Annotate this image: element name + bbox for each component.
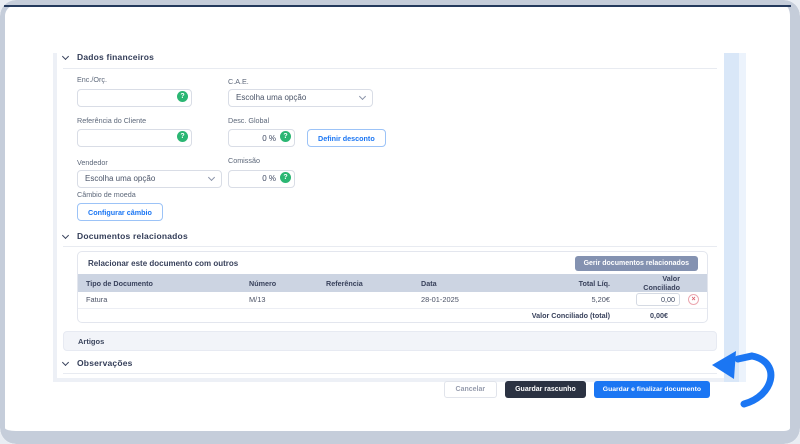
cae-label: C.A.E. [228,76,249,86]
ref-cliente-input[interactable] [77,129,192,147]
related-docs-panel: Relacionar este documento com outros Ger… [77,251,708,323]
section-divider [63,68,717,69]
vendedor-select[interactable]: Escolha uma opção [77,169,222,188]
table-row: Fatura M/13 28-01-2025 5,20€ × [78,292,707,309]
gerir-documentos-button[interactable]: Gerir documentos relacionados [574,255,698,271]
cell-numero: M/13 [241,292,318,309]
section-title: Documentos relacionados [77,231,188,241]
cambio-moeda-label: Câmbio de moeda [77,189,136,199]
help-icon[interactable]: ? [280,171,291,183]
section-artigos[interactable]: Artigos [63,331,717,351]
table-header-row: Tipo de Documento Número Referência Data… [78,274,707,292]
annotation-arrow-icon [712,351,775,408]
financial-form: Enc./Orç. ? C.A.E. Escolha uma opção Ref… [63,75,717,221]
section-divider [63,373,717,374]
valor-conciliado-total-label: Valor Conciliado (total) [531,310,610,320]
chevron-down-icon [61,358,70,366]
ref-cliente-label: Referência do Cliente [77,115,147,125]
section-dados-financeiros[interactable]: Dados financeiros [61,52,717,62]
app-window: Dados financeiros Enc./Orç. ? C.A.E. Esc… [0,0,800,444]
enc-orc-input[interactable] [77,88,192,107]
chevron-down-icon [207,173,216,181]
comissao-label: Comissão [228,156,260,165]
col-valor-conciliado: Valor Conciliado [618,274,688,292]
chevron-down-icon [61,52,70,60]
chevron-down-icon [61,231,70,239]
table-footer-row: Valor Conciliado (total) 0,00€ [78,308,707,322]
section-documentos-relacionados[interactable]: Documentos relacionados [61,231,717,241]
vendedor-select-value: Escolha uma opção [85,174,156,183]
col-referencia: Referência [318,274,413,292]
window-top-accent [4,5,791,7]
valor-conciliado-total-value: 0,00€ [650,310,668,320]
cell-total-liq: 5,20€ [553,292,618,309]
related-docs-panel-title: Relacionar este documento com outros [88,258,239,268]
col-tipo-documento: Tipo de Documento [78,274,241,292]
enc-orc-label: Enc./Orç. [77,75,107,84]
scrollbar-highlight[interactable] [724,53,746,382]
remove-row-icon[interactable]: × [688,294,699,306]
page-background-left [53,53,57,382]
cae-select[interactable]: Escolha uma opção [228,88,373,107]
col-total-liq: Total Líq. [553,274,618,292]
section-title: Dados financeiros [77,52,155,62]
vendedor-label: Vendedor [77,157,108,167]
cancel-button[interactable]: Cancelar [443,381,498,398]
valor-conciliado-input[interactable] [636,293,680,307]
section-observacoes[interactable]: Observações [61,358,717,368]
configurar-cambio-button[interactable]: Configurar câmbio [77,203,163,221]
cae-select-value: Escolha uma opção [236,93,307,102]
cell-tipo: Fatura [78,292,241,309]
definir-desconto-button[interactable]: Definir desconto [307,129,386,147]
artigos-title: Artigos [78,336,105,346]
help-icon[interactable]: ? [177,90,188,102]
save-draft-button[interactable]: Guardar rascunho [505,381,586,398]
col-data: Data [413,274,553,292]
section-divider [63,246,717,247]
section-title: Observações [77,358,133,368]
cell-referencia [318,292,413,309]
help-icon[interactable]: ? [177,131,188,142]
col-actions [688,274,707,292]
col-numero: Número [241,274,318,292]
document-form: Dados financeiros Enc./Orç. ? C.A.E. Esc… [61,52,717,398]
desc-global-label: Desc. Global [228,115,270,125]
related-docs-table: Tipo de Documento Número Referência Data… [78,274,707,322]
help-icon[interactable]: ? [280,131,291,142]
form-actions: Cancelar Guardar rascunho Guardar e fina… [63,381,717,398]
cell-data: 28-01-2025 [413,292,553,309]
chevron-down-icon [358,92,367,100]
